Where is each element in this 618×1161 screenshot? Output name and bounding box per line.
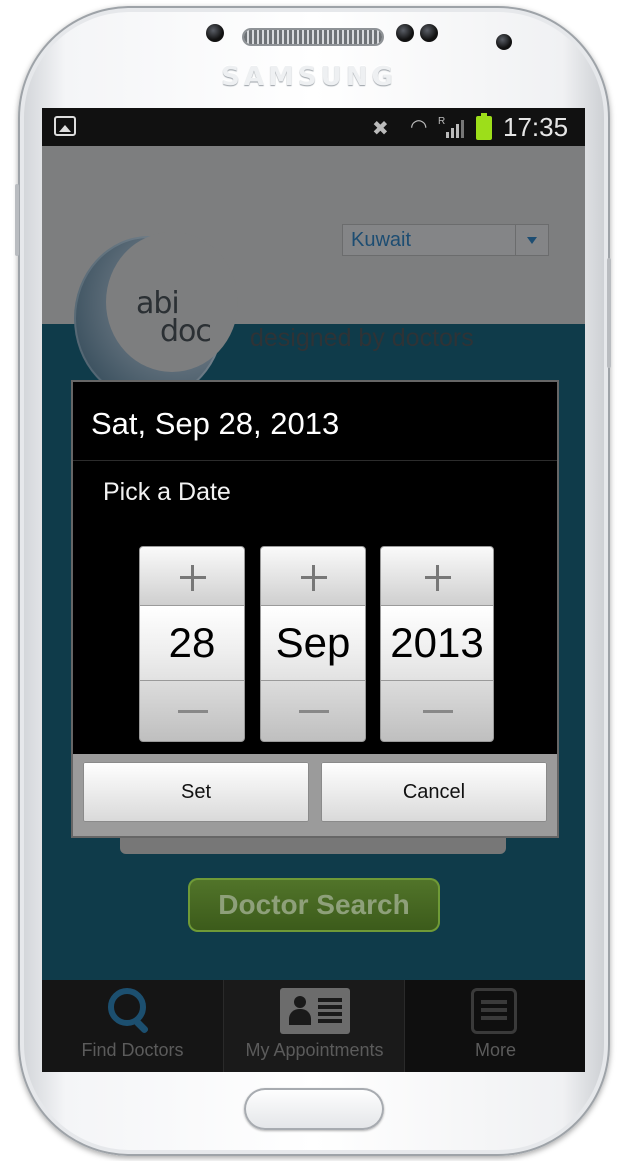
cancel-button-label: Cancel	[402, 781, 466, 803]
country-select-value: Kuwait	[351, 229, 412, 251]
tab-my-appointments-label: My Appointments	[245, 1040, 384, 1060]
doctor-search-button[interactable]: Doctor Search	[188, 878, 440, 932]
tab-more[interactable]: More	[405, 980, 585, 1072]
day-value[interactable]: 28	[139, 606, 245, 680]
power-button[interactable]	[607, 258, 611, 368]
tab-my-appointments[interactable]: My Appointments	[224, 980, 405, 1072]
plus-icon	[425, 565, 451, 591]
logo-text-line2: doc	[160, 314, 212, 349]
set-button-label: Set	[180, 781, 212, 803]
day-spinner: 28	[139, 546, 245, 742]
wifi-icon: ◠	[410, 116, 428, 138]
month-value[interactable]: Sep	[260, 606, 366, 680]
minus-icon	[423, 710, 453, 713]
person-icon	[289, 996, 311, 1026]
minus-icon	[299, 710, 329, 713]
volume-button[interactable]	[15, 184, 19, 256]
light-sensor-icon	[420, 24, 438, 42]
day-decrement-button[interactable]	[139, 680, 245, 742]
year-increment-button[interactable]	[380, 546, 494, 606]
tab-find-doctors[interactable]: Find Doctors	[42, 980, 223, 1072]
set-button[interactable]: Set	[83, 762, 309, 822]
month-increment-button[interactable]	[260, 546, 366, 606]
year-spinner: 2013	[380, 546, 494, 742]
app-header: abi doc designed by doctors Kuwait	[42, 146, 585, 401]
minus-icon	[178, 710, 208, 713]
contact-card-icon	[280, 988, 350, 1034]
plus-icon	[301, 565, 327, 591]
status-bar: ✖ ◠ R 17:35	[42, 108, 585, 146]
tagline: designed by doctors	[250, 324, 474, 352]
brand-logo: SAMSUNG	[221, 62, 397, 92]
bottom-tab-bar: Find Doctors My Appointments More	[42, 980, 585, 1072]
text-lines-icon	[318, 998, 342, 1024]
image-notification-icon	[54, 116, 76, 136]
earpiece-speaker	[244, 30, 382, 44]
chevron-down-icon	[515, 225, 548, 255]
battery-icon	[476, 113, 492, 140]
doctor-search-label: Doctor Search	[218, 889, 410, 920]
year-decrement-button[interactable]	[380, 680, 494, 742]
tab-find-doctors-label: Find Doctors	[81, 1040, 184, 1060]
cancel-button[interactable]: Cancel	[321, 762, 547, 822]
day-increment-button[interactable]	[139, 546, 245, 606]
roaming-indicator: R	[438, 116, 445, 127]
country-select[interactable]: Kuwait	[342, 224, 549, 256]
front-camera-icon	[206, 24, 224, 42]
dialog-title: Sat, Sep 28, 2013	[91, 406, 340, 441]
divider	[73, 460, 557, 461]
dialog-subtitle: Pick a Date	[103, 478, 231, 506]
camera-lens-icon	[496, 34, 512, 50]
year-value[interactable]: 2013	[380, 606, 494, 680]
home-button[interactable]	[244, 1088, 384, 1130]
dialog-button-bar: Set Cancel	[73, 754, 557, 836]
mute-icon: ✖	[372, 118, 389, 140]
menu-list-icon	[471, 988, 517, 1034]
tab-more-label: More	[474, 1040, 516, 1060]
proximity-sensor-icon	[396, 24, 414, 42]
month-decrement-button[interactable]	[260, 680, 366, 742]
screen: ✖ ◠ R 17:35 abi doc designed by doctors …	[42, 108, 585, 1072]
search-icon	[108, 988, 146, 1026]
signal-icon: R	[438, 116, 464, 138]
date-picker-dialog: Sat, Sep 28, 2013 Pick a Date 28 Sep 201…	[71, 380, 559, 838]
month-spinner: Sep	[260, 546, 366, 742]
plus-icon	[180, 565, 206, 591]
status-time: 17:35	[503, 112, 569, 142]
